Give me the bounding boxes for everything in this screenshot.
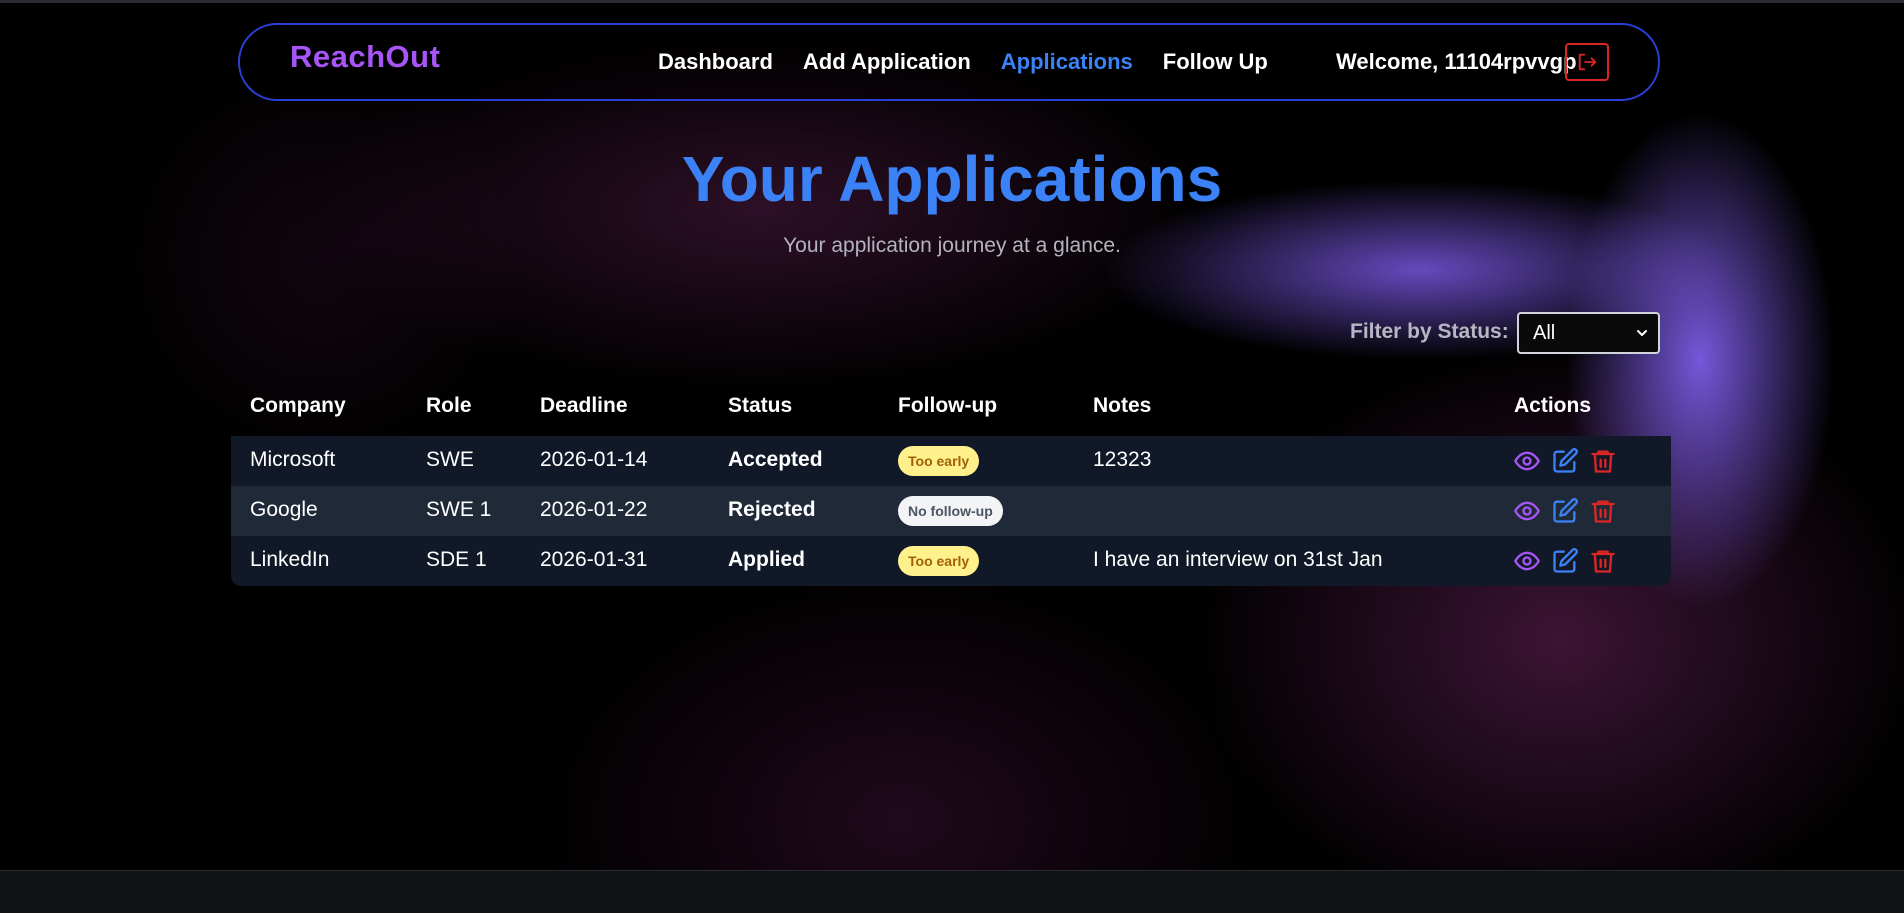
- nav-link-dashboard[interactable]: Dashboard: [658, 49, 773, 75]
- logout-icon: [1578, 53, 1597, 71]
- view-button[interactable]: [1513, 497, 1541, 525]
- edit-button[interactable]: [1551, 497, 1579, 525]
- row-actions: [1513, 447, 1617, 475]
- cell-role: SWE 1: [426, 498, 492, 521]
- cell-status: Rejected: [728, 498, 816, 521]
- column-header-status: Status: [728, 394, 793, 417]
- cell-status: Accepted: [728, 448, 823, 471]
- delete-button[interactable]: [1589, 497, 1617, 525]
- nav-link-applications[interactable]: Applications: [1001, 49, 1133, 75]
- cell-status: Applied: [728, 548, 805, 571]
- trash-icon: [1591, 550, 1615, 573]
- row-actions: [1513, 497, 1617, 525]
- delete-button[interactable]: [1589, 447, 1617, 475]
- view-button[interactable]: [1513, 447, 1541, 475]
- table-header: Company Role Deadline Status Follow-up N…: [231, 384, 1671, 436]
- delete-button[interactable]: [1589, 547, 1617, 575]
- followup-badge: No follow-up: [898, 496, 1003, 526]
- cell-deadline: 2026-01-31: [540, 548, 648, 571]
- status-filter-select[interactable]: All: [1517, 312, 1660, 354]
- bottom-bar: [0, 870, 1904, 913]
- row-actions: [1513, 547, 1617, 575]
- cell-company: Google: [250, 498, 318, 521]
- navbar: ReachOut Dashboard Add Application Appli…: [238, 23, 1660, 101]
- edit-button[interactable]: [1551, 447, 1579, 475]
- cell-company: Microsoft: [250, 448, 336, 471]
- chevron-down-icon: [1637, 330, 1647, 336]
- applications-table: Company Role Deadline Status Follow-up N…: [231, 384, 1671, 586]
- brand-logo[interactable]: ReachOut: [290, 39, 440, 75]
- column-header-notes: Notes: [1093, 394, 1152, 417]
- cell-notes: 12323: [1093, 448, 1152, 471]
- trash-icon: [1591, 500, 1615, 523]
- eye-icon: [1514, 501, 1540, 521]
- column-header-company: Company: [250, 394, 346, 417]
- page-title: Your Applications: [681, 143, 1223, 215]
- status-filter-value: All: [1533, 321, 1556, 344]
- cell-notes: I have an interview on 31st Jan: [1093, 548, 1383, 571]
- followup-badge: Too early: [898, 446, 980, 476]
- nav-link-add-application[interactable]: Add Application: [803, 49, 971, 75]
- column-header-follow-up: Follow-up: [898, 394, 998, 417]
- page-subtitle: Your application journey at a glance.: [783, 234, 1121, 257]
- nav-link-follow-up[interactable]: Follow Up: [1163, 49, 1268, 75]
- cell-deadline: 2026-01-14: [540, 448, 648, 471]
- edit-icon: [1553, 498, 1578, 523]
- cell-role: SWE: [426, 448, 474, 471]
- table-row: Google SWE 1 2026-01-22 Rejected No foll…: [231, 486, 1671, 536]
- cell-role: SDE 1: [426, 548, 487, 571]
- edit-button[interactable]: [1551, 547, 1579, 575]
- edit-icon: [1553, 548, 1578, 573]
- filter-label: Filter by Status:: [1350, 320, 1509, 343]
- welcome-text: Welcome, 11104rpvvgp: [1336, 49, 1577, 74]
- window-top-border: [0, 0, 1904, 3]
- trash-icon: [1591, 450, 1615, 473]
- followup-badge: Too early: [898, 546, 980, 576]
- column-header-actions: Actions: [1514, 394, 1592, 417]
- eye-icon: [1514, 551, 1540, 571]
- table-row: LinkedIn SDE 1 2026-01-31 Applied Too ea…: [231, 536, 1671, 586]
- edit-icon: [1553, 448, 1578, 473]
- logout-button[interactable]: [1565, 43, 1609, 81]
- table-row: Microsoft SWE 2026-01-14 Accepted Too ea…: [231, 436, 1671, 486]
- column-header-deadline: Deadline: [540, 394, 628, 417]
- column-header-role: Role: [426, 394, 472, 417]
- view-button[interactable]: [1513, 547, 1541, 575]
- table-body: Microsoft SWE 2026-01-14 Accepted Too ea…: [231, 436, 1671, 586]
- cell-company: LinkedIn: [250, 548, 330, 571]
- nav-links: Dashboard Add Application Applications F…: [658, 49, 1268, 75]
- eye-icon: [1514, 451, 1540, 471]
- cell-deadline: 2026-01-22: [540, 498, 648, 521]
